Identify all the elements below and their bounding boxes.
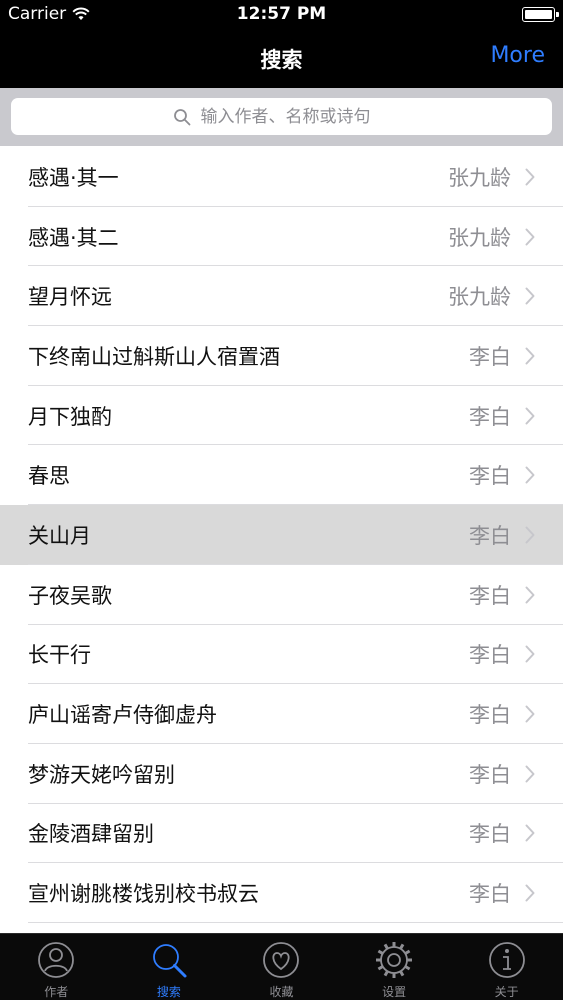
poem-row[interactable]: 感遇·其一 张九龄 [0, 147, 563, 207]
search-icon [173, 108, 190, 125]
poem-title: 子夜吴歌 [28, 583, 112, 608]
status-bar: Carrier 12:57 PM [0, 0, 563, 30]
poem-author: 李白 [469, 703, 511, 728]
poem-author: 李白 [469, 583, 511, 608]
poem-row[interactable]: 望月怀远 张九龄 [0, 266, 563, 327]
tab-label: 搜索 [156, 985, 181, 999]
battery-icon [522, 7, 559, 22]
tab-bar: 作者 搜索 收藏 设置 关于 [0, 933, 563, 1000]
search-bar [0, 88, 563, 146]
poem-row[interactable]: 宣州谢朓楼饯别校书叔云 李白 [0, 863, 563, 923]
poem-title: 庐山谣寄卢侍御虚舟 [28, 703, 217, 728]
chevron-right-icon [525, 824, 535, 842]
status-time: 12:57 PM [236, 4, 327, 24]
page-title: 搜索 [260, 48, 303, 72]
poem-author: 张九龄 [448, 285, 511, 310]
chevron-right-icon [525, 466, 535, 484]
chevron-right-icon [525, 168, 535, 186]
heart-icon [263, 942, 300, 978]
poem-row[interactable]: 庐山谣寄卢侍御虚舟 李白 [0, 684, 563, 744]
tab-search[interactable]: 搜索 [113, 934, 226, 1000]
poem-row[interactable]: 关山月 李白 [0, 505, 563, 565]
poem-title: 长干行 [28, 643, 91, 668]
poem-row[interactable]: 月下独酌 李白 [0, 385, 563, 446]
search-input[interactable] [200, 106, 391, 127]
poem-author: 李白 [469, 643, 511, 668]
chevron-right-icon [525, 645, 535, 663]
poem-title: 关山月 [28, 523, 91, 548]
poem-author: 李白 [469, 762, 511, 787]
person-icon [38, 942, 75, 978]
tab-heart[interactable]: 收藏 [225, 934, 338, 1000]
gear-icon [376, 942, 413, 978]
info-icon [488, 942, 525, 978]
chevron-right-icon [525, 765, 535, 783]
search-field[interactable] [11, 98, 552, 135]
poem-author: 张九龄 [448, 225, 511, 250]
poem-row[interactable]: 感遇·其二 张九龄 [0, 206, 563, 267]
chevron-right-icon [525, 705, 535, 723]
chevron-right-icon [525, 526, 535, 544]
tab-label: 作者 [44, 985, 69, 999]
poem-row[interactable]: 春思 李白 [0, 445, 563, 506]
tab-info[interactable]: 关于 [450, 934, 563, 1000]
poem-title: 金陵酒肆留别 [28, 822, 154, 847]
tab-label: 关于 [494, 985, 519, 999]
poem-author: 李白 [469, 464, 511, 489]
poem-author: 李白 [469, 404, 511, 429]
chevron-right-icon [525, 884, 535, 902]
poem-list: 感遇·其一 张九龄 感遇·其二 张九龄 望月怀远 张九龄 下终南山过斛斯山人宿置酒 李白 月下独… [0, 147, 563, 933]
poem-title: 春思 [28, 464, 70, 489]
poem-title: 感遇·其一 [28, 165, 119, 190]
chevron-right-icon [525, 228, 535, 246]
poem-author: 李白 [469, 523, 511, 548]
poem-author: 张九龄 [448, 165, 511, 190]
poem-title: 梦游天姥吟留别 [28, 762, 175, 787]
chevron-right-icon [525, 586, 535, 604]
poem-author: 李白 [469, 344, 511, 369]
poem-title: 宣州谢朓楼饯别校书叔云 [28, 882, 259, 907]
poem-title: 望月怀远 [28, 285, 112, 310]
poem-author: 李白 [469, 882, 511, 907]
chevron-right-icon [525, 347, 535, 365]
poem-author: 李白 [469, 822, 511, 847]
tab-person[interactable]: 作者 [0, 934, 113, 1000]
chevron-right-icon [525, 287, 535, 305]
poem-title: 月下独酌 [28, 404, 112, 429]
tab-gear[interactable]: 设置 [338, 934, 451, 1000]
poem-row[interactable]: 子夜吴歌 李白 [0, 564, 563, 625]
poem-title: 感遇·其二 [28, 225, 119, 250]
poem-title: 下终南山过斛斯山人宿置酒 [28, 344, 280, 369]
poem-row[interactable]: 下终南山过斛斯山人宿置酒 李白 [0, 326, 563, 386]
tab-label: 设置 [382, 985, 407, 999]
more-button[interactable]: More [490, 43, 545, 68]
search-icon [152, 944, 187, 978]
tab-label: 收藏 [269, 985, 294, 999]
poem-row[interactable]: 长干行 李白 [0, 624, 563, 685]
poem-row[interactable]: 金陵酒肆留别 李白 [0, 803, 563, 864]
chevron-right-icon [525, 407, 535, 425]
navigation-bar: 搜索 More [0, 30, 563, 88]
poem-row[interactable]: 梦游天姥吟留别 李白 [0, 743, 563, 804]
